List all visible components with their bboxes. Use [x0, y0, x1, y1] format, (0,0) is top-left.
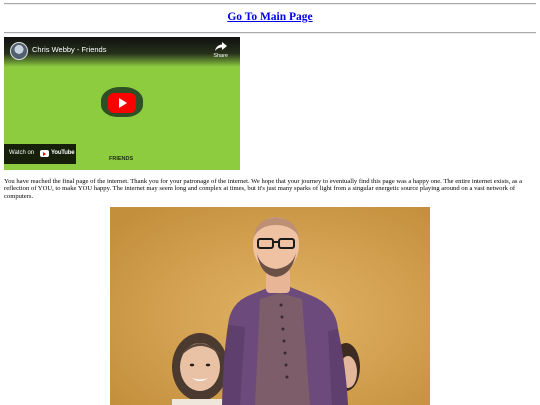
top-divider: [4, 3, 536, 5]
go-to-main-page-link[interactable]: Go To Main Page: [0, 11, 540, 23]
group-photo: [110, 207, 430, 405]
share-icon: [214, 42, 227, 51]
watch-on-label: Watch on: [9, 150, 35, 156]
final-page-message: You have reached the final page of the i…: [4, 178, 523, 200]
share-button[interactable]: Share: [213, 42, 228, 59]
play-icon[interactable]: [108, 93, 136, 113]
header-divider: [4, 32, 536, 34]
photo-illustration: [110, 207, 430, 405]
channel-avatar[interactable]: [10, 42, 28, 60]
youtube-embed[interactable]: Chris Webby - Friends Share Watch on You…: [4, 37, 240, 170]
youtube-brand-text: YouTube: [51, 150, 75, 156]
thumbnail-caption: FRIENDS: [109, 156, 134, 162]
share-label: Share: [213, 53, 228, 59]
watch-on-youtube-button[interactable]: Watch on YouTube: [4, 144, 76, 164]
youtube-logo-icon: [40, 150, 49, 157]
video-title[interactable]: Chris Webby - Friends: [32, 45, 106, 54]
